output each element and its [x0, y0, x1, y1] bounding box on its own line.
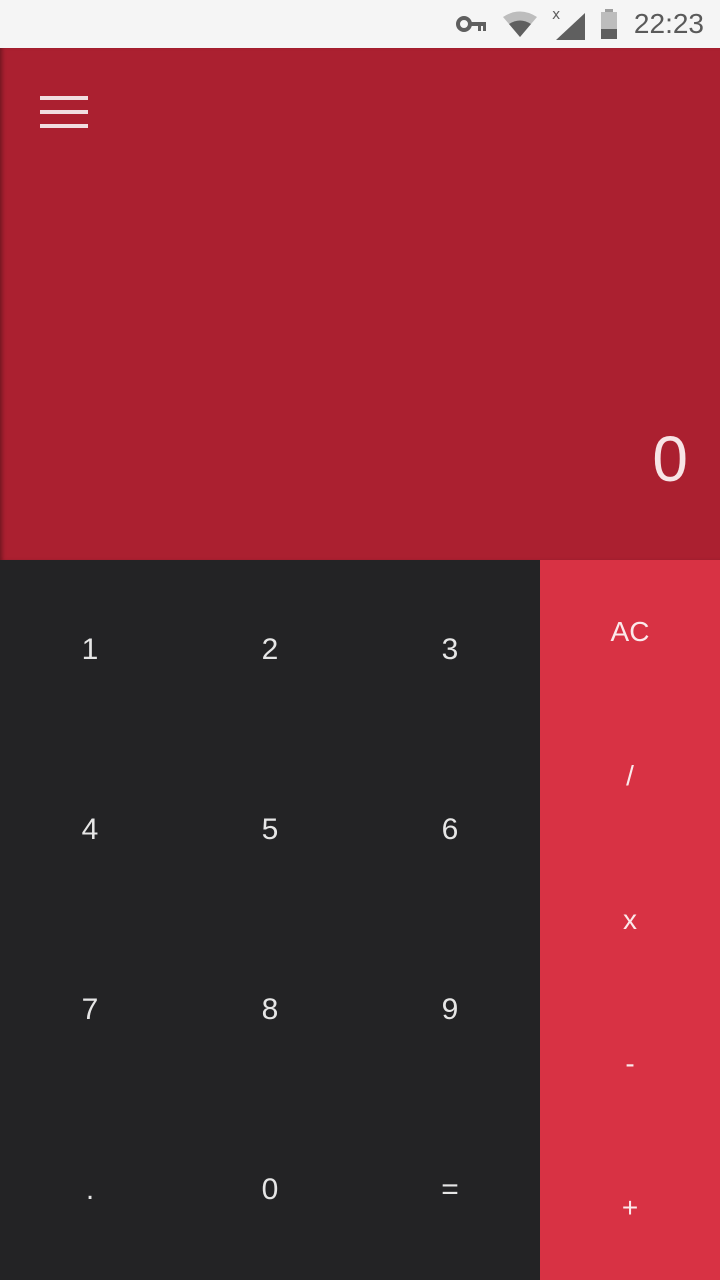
- calculator-display: 0: [0, 48, 720, 560]
- key-decimal[interactable]: .: [0, 1100, 180, 1280]
- key-2[interactable]: 2: [180, 560, 360, 740]
- wifi-icon: [502, 10, 538, 38]
- key-6[interactable]: 6: [360, 740, 540, 920]
- key-9[interactable]: 9: [360, 920, 540, 1100]
- battery-icon: [600, 9, 618, 39]
- key-4[interactable]: 4: [0, 740, 180, 920]
- subtract-button[interactable]: -: [540, 992, 720, 1136]
- key-7[interactable]: 7: [0, 920, 180, 1100]
- key-5[interactable]: 5: [180, 740, 360, 920]
- key-8[interactable]: 8: [180, 920, 360, 1100]
- multiply-button[interactable]: x: [540, 848, 720, 992]
- vpn-key-icon: [455, 15, 488, 33]
- status-bar: x 22:23: [0, 0, 720, 48]
- key-equals[interactable]: =: [360, 1100, 540, 1280]
- clear-button[interactable]: AC: [540, 560, 720, 704]
- add-button[interactable]: +: [540, 1136, 720, 1280]
- status-time: 22:23: [633, 8, 704, 39]
- cell-signal-icon: x: [552, 7, 586, 41]
- svg-text:x: x: [552, 7, 560, 23]
- divide-button[interactable]: /: [540, 704, 720, 848]
- display-value: 0: [652, 423, 688, 495]
- key-0[interactable]: 0: [180, 1100, 360, 1280]
- hamburger-menu-icon[interactable]: [36, 92, 92, 136]
- number-keypad: 1 2 3 4 5 6 7 8 9 . 0 =: [0, 560, 540, 1280]
- operator-panel: AC / x - +: [540, 560, 720, 1280]
- key-1[interactable]: 1: [0, 560, 180, 740]
- key-3[interactable]: 3: [360, 560, 540, 740]
